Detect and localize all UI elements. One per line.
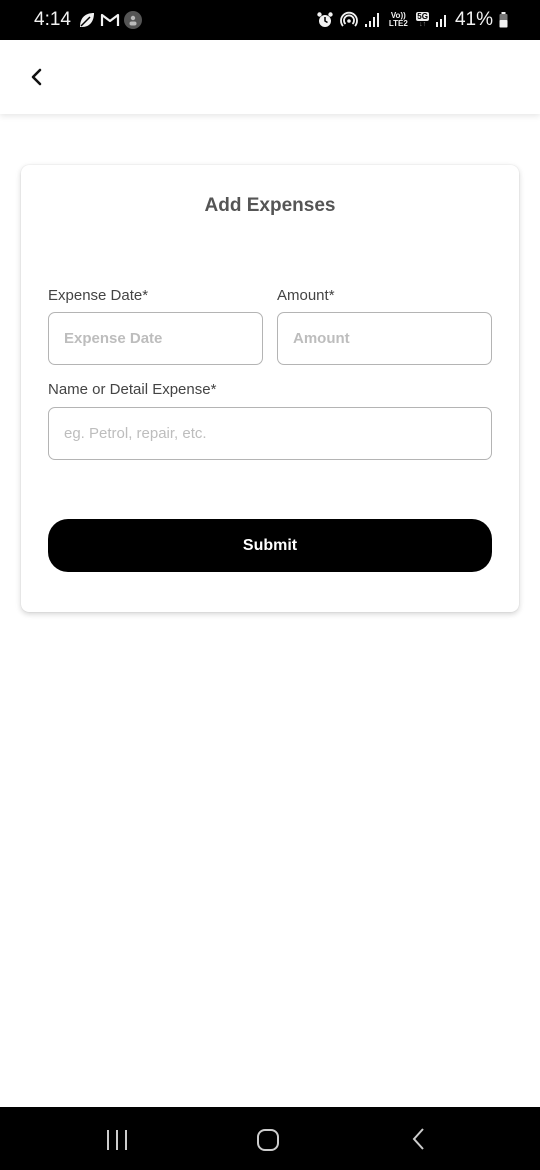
add-expense-card: Add Expenses Expense Date* Amount* Name … [21, 165, 519, 612]
recent-apps-button[interactable] [102, 1125, 132, 1155]
expense-date-field[interactable] [48, 312, 263, 365]
detail-field[interactable] [48, 407, 492, 460]
status-time: 4:14 [34, 9, 71, 30]
home-button[interactable] [253, 1125, 283, 1155]
volte-icon: Vo)) LTE2 [388, 11, 408, 28]
amount-field[interactable] [277, 312, 492, 365]
5g-icon: 5G [416, 11, 429, 21]
detail-label: Name or Detail Expense* [48, 381, 217, 398]
account-icon [124, 11, 142, 29]
hotspot-icon [340, 11, 359, 27]
chevron-left-icon [31, 68, 42, 86]
back-icon [412, 1128, 424, 1150]
status-bar: 4:14 Vo)) LTE2 5G ↓↑ 41% [0, 0, 540, 40]
battery-icon [499, 12, 508, 28]
submit-button[interactable]: Submit [48, 519, 492, 572]
battery-percent: 41% [454, 9, 493, 30]
app-header [0, 40, 540, 114]
system-nav-bar [0, 1107, 540, 1170]
home-icon [257, 1129, 279, 1151]
signal-icon [365, 13, 380, 27]
recent-apps-icon [107, 1130, 127, 1150]
alarm-icon [317, 12, 333, 27]
amount-label: Amount* [277, 287, 335, 304]
system-back-button[interactable] [404, 1125, 434, 1155]
gmail-icon [100, 13, 120, 26]
signal-icon-2 [435, 15, 446, 27]
expense-date-label: Expense Date* [48, 287, 149, 304]
page-title: Add Expenses [204, 195, 336, 216]
leaf-icon [80, 13, 94, 27]
data-arrows-icon: ↓↑ [419, 20, 427, 28]
back-button[interactable] [26, 64, 48, 90]
